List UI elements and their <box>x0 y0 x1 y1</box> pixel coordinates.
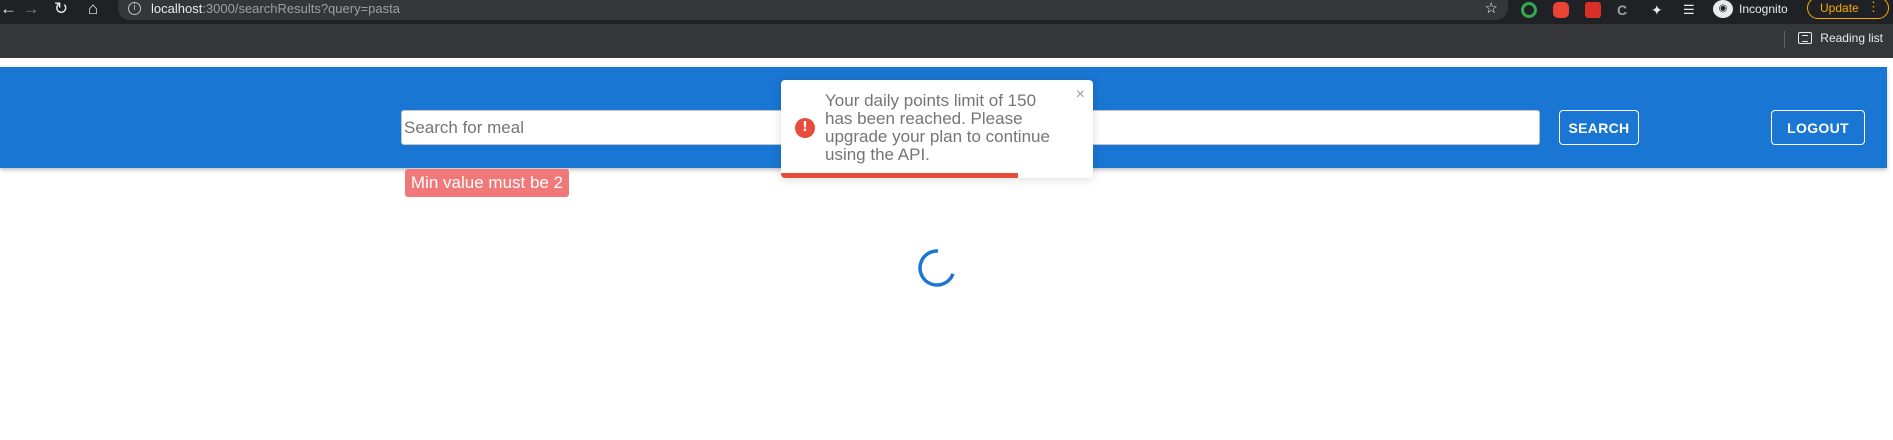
toast-progress-bar <box>781 173 1019 178</box>
incognito-icon: ◉ <box>1713 0 1733 18</box>
extension-icon[interactable]: C <box>1617 2 1633 18</box>
puzzle-icon[interactable]: ✦ <box>1651 2 1667 18</box>
address-bar[interactable]: i localhost:3000/searchResults?query=pas… <box>118 0 1508 20</box>
bookmarks-bar <box>0 24 1893 58</box>
reading-list-button[interactable]: Reading list <box>1798 31 1883 45</box>
extension-icon[interactable] <box>1521 2 1537 18</box>
toast-message: Your daily points limit of 150 has been … <box>825 91 1050 164</box>
error-icon: ! <box>795 118 815 138</box>
validation-message: Min value must be 2 <box>405 169 569 197</box>
extension-icon[interactable] <box>1585 2 1601 18</box>
error-toast[interactable]: ! Your daily points limit of 150 has bee… <box>781 80 1093 178</box>
update-button[interactable]: Update ⋮ <box>1807 0 1889 19</box>
logout-button[interactable]: LOGOUT <box>1771 110 1865 145</box>
menu-dots-icon: ⋮ <box>1867 0 1880 14</box>
profile-label: Incognito <box>1739 2 1788 16</box>
extension-icon[interactable] <box>1553 2 1569 18</box>
star-icon[interactable]: ☆ <box>1485 0 1498 18</box>
reading-list-icon <box>1798 32 1813 44</box>
back-arrow-icon[interactable]: ← <box>0 0 17 18</box>
forward-arrow-icon[interactable]: → <box>22 0 40 18</box>
reading-list-label: Reading list <box>1820 31 1883 45</box>
update-label: Update <box>1820 1 1859 15</box>
browser-toolbar: ← → ↻ ⌂ i localhost:3000/searchResults?q… <box>0 0 1893 24</box>
url-text[interactable]: localhost:3000/searchResults?query=pasta <box>151 1 400 17</box>
reload-icon[interactable]: ↻ <box>52 0 70 18</box>
search-button[interactable]: SEARCH <box>1559 110 1639 145</box>
info-icon[interactable]: i <box>128 2 141 15</box>
close-icon[interactable]: × <box>1076 87 1085 103</box>
profile-button[interactable]: ◉ Incognito <box>1713 0 1788 18</box>
home-icon[interactable]: ⌂ <box>84 0 102 18</box>
divider <box>1784 31 1785 48</box>
media-control-icon[interactable]: ☰ <box>1683 2 1699 18</box>
loading-spinner <box>918 249 956 287</box>
